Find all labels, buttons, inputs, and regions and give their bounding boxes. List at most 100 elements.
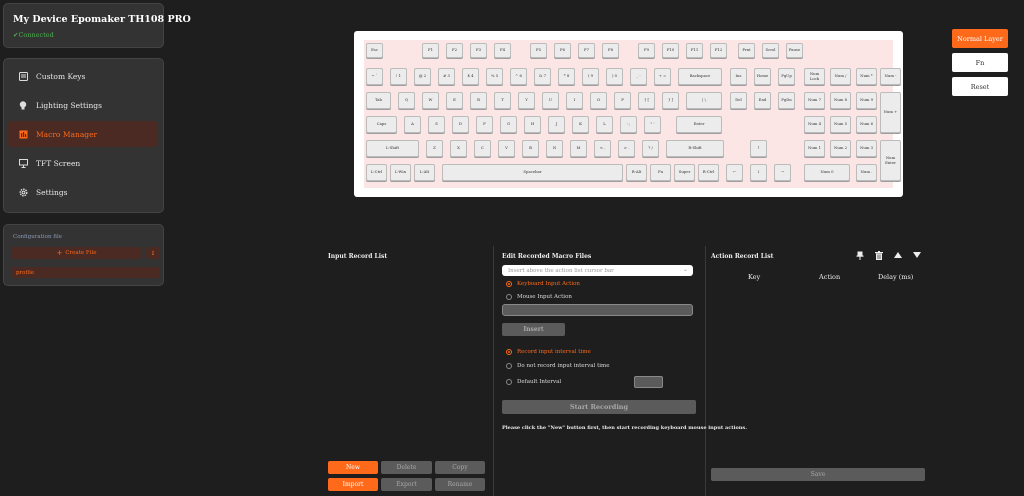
- key[interactable]: Y: [518, 92, 535, 109]
- key[interactable]: ( 9: [582, 68, 599, 85]
- key[interactable]: ↑: [750, 140, 767, 157]
- start-recording-button[interactable]: Start Recording: [502, 400, 696, 414]
- key[interactable]: N: [546, 140, 563, 157]
- key[interactable]: Prnt: [738, 43, 755, 58]
- key[interactable]: Num 8: [830, 92, 851, 109]
- key[interactable]: PgDn: [778, 92, 795, 109]
- record-interval-radio[interactable]: Record input interval time: [506, 349, 591, 355]
- key[interactable]: & 7: [534, 68, 551, 85]
- key[interactable]: Scrol: [762, 43, 779, 58]
- key[interactable]: PgUp: [778, 68, 795, 85]
- key[interactable]: G: [500, 116, 517, 133]
- key[interactable]: Fn: [650, 164, 671, 181]
- key[interactable]: _ -: [630, 68, 647, 85]
- default-interval-radio[interactable]: Default Interval: [506, 379, 561, 385]
- key[interactable]: ^ 6: [510, 68, 527, 85]
- key[interactable]: M: [570, 140, 587, 157]
- pin-icon[interactable]: [855, 250, 865, 260]
- key[interactable]: ! 1: [390, 68, 407, 85]
- key[interactable]: L-Shift: [366, 140, 419, 157]
- key[interactable]: A: [404, 116, 421, 133]
- key[interactable]: ~ `: [366, 68, 383, 85]
- default-interval-input[interactable]: [634, 376, 663, 388]
- key[interactable]: B: [522, 140, 539, 157]
- key[interactable]: F2: [446, 43, 463, 58]
- key[interactable]: Caps: [366, 116, 397, 133]
- key[interactable]: W: [422, 92, 439, 109]
- key[interactable]: Num Lock: [804, 68, 825, 85]
- key[interactable]: < ,: [594, 140, 611, 157]
- key[interactable]: F9: [638, 43, 655, 58]
- key[interactable]: Del: [730, 92, 747, 109]
- key[interactable]: →: [774, 164, 791, 181]
- move-down-icon[interactable]: [912, 250, 922, 260]
- key[interactable]: End: [754, 92, 771, 109]
- no-record-interval-radio[interactable]: Do not record input interval time: [506, 363, 610, 369]
- key[interactable]: F12: [710, 43, 727, 58]
- key[interactable]: { [: [638, 92, 655, 109]
- keyboard-action-radio[interactable]: Keyboard Input Action: [506, 281, 580, 287]
- key[interactable]: Num Enter: [880, 140, 901, 181]
- create-file-button[interactable]: + Create File: [11, 247, 142, 259]
- key[interactable]: Num 1: [804, 140, 825, 157]
- key[interactable]: Home: [754, 68, 771, 85]
- key[interactable]: F: [476, 116, 493, 133]
- key[interactable]: Num 9: [856, 92, 877, 109]
- key[interactable]: Num 5: [830, 116, 851, 133]
- key[interactable]: X: [450, 140, 467, 157]
- sidebar-item-macro-manager[interactable]: Macro Manager: [8, 121, 158, 147]
- sidebar-item-tft-screen[interactable]: TFT Screen: [8, 150, 158, 176]
- key[interactable]: Num 6: [856, 116, 877, 133]
- save-button[interactable]: Save: [711, 468, 925, 481]
- key[interactable]: F11: [686, 43, 703, 58]
- key[interactable]: S: [428, 116, 445, 133]
- key[interactable]: Tab: [366, 92, 391, 109]
- key[interactable]: * 8: [558, 68, 575, 85]
- key[interactable]: Num /: [830, 68, 851, 85]
- key[interactable]: Num 4: [804, 116, 825, 133]
- move-up-icon[interactable]: [893, 250, 903, 260]
- trash-icon[interactable]: [874, 250, 884, 260]
- key[interactable]: R-Shift: [666, 140, 724, 157]
- key[interactable]: Num *: [856, 68, 877, 85]
- key[interactable]: L-Alt: [414, 164, 435, 181]
- key[interactable]: @ 2: [414, 68, 431, 85]
- insert-button[interactable]: Insert: [502, 323, 565, 336]
- key[interactable]: > .: [618, 140, 635, 157]
- sidebar-item-custom-keys[interactable]: Custom Keys: [8, 63, 158, 89]
- key[interactable]: E: [446, 92, 463, 109]
- key[interactable]: ? /: [642, 140, 659, 157]
- key[interactable]: R-Alt: [626, 164, 647, 181]
- key[interactable]: Esc: [366, 43, 383, 58]
- key[interactable]: } ]: [662, 92, 679, 109]
- key[interactable]: Z: [426, 140, 443, 157]
- key[interactable]: ←: [726, 164, 743, 181]
- key[interactable]: V: [498, 140, 515, 157]
- key[interactable]: : ;: [620, 116, 637, 133]
- key[interactable]: Num 2: [830, 140, 851, 157]
- key[interactable]: U: [542, 92, 559, 109]
- key[interactable]: K: [572, 116, 589, 133]
- key[interactable]: C: [474, 140, 491, 157]
- key[interactable]: F5: [530, 43, 547, 58]
- action-input-field[interactable]: [502, 304, 693, 316]
- key[interactable]: ↓: [750, 164, 767, 181]
- key[interactable]: Num 0: [804, 164, 850, 181]
- key[interactable]: F4: [494, 43, 511, 58]
- key[interactable]: F8: [602, 43, 619, 58]
- insert-position-select[interactable]: Insert above the action list cursor bar …: [502, 265, 693, 276]
- key[interactable]: Q: [398, 92, 415, 109]
- key[interactable]: O: [590, 92, 607, 109]
- key[interactable]: F7: [578, 43, 595, 58]
- key[interactable]: D: [452, 116, 469, 133]
- key[interactable]: $ 4: [462, 68, 479, 85]
- key[interactable]: Pause: [786, 43, 803, 58]
- key[interactable]: L-Win: [390, 164, 411, 181]
- key[interactable]: Num 3: [856, 140, 877, 157]
- key[interactable]: # 3: [438, 68, 455, 85]
- new-button[interactable]: New: [328, 461, 378, 474]
- key[interactable]: % 5: [486, 68, 503, 85]
- key[interactable]: + =: [654, 68, 671, 85]
- normal-layer-button[interactable]: Normal Layer: [952, 29, 1008, 48]
- sidebar-item-settings[interactable]: Settings: [8, 179, 158, 205]
